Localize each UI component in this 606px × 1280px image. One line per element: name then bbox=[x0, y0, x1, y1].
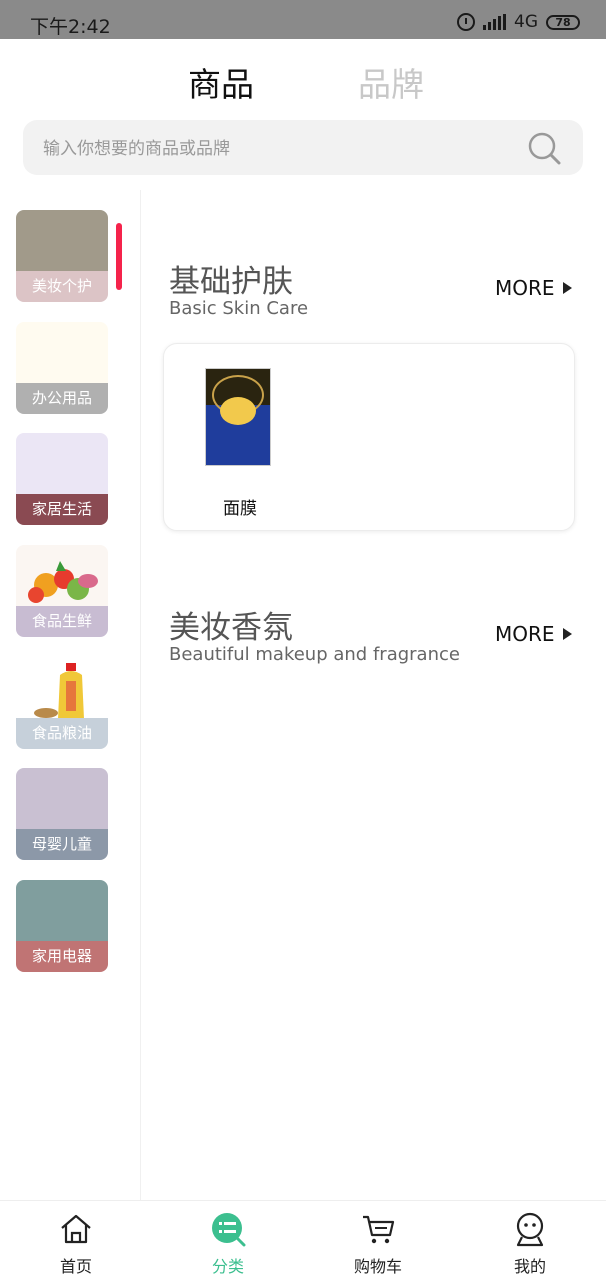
arrow-right-icon bbox=[562, 628, 572, 640]
nav-label: 首页 bbox=[59, 1257, 92, 1276]
nav-label: 分类 bbox=[211, 1257, 244, 1276]
network-type: 4G bbox=[514, 12, 538, 32]
bottom-navigation: 首页 分类 购物车 我的 bbox=[0, 1200, 606, 1280]
search-input[interactable] bbox=[41, 120, 515, 177]
status-icons: 4G 78 bbox=[457, 12, 580, 32]
sidebar-item-label: 办公用品 bbox=[16, 383, 108, 414]
sidebar-item-home-living[interactable]: 家居生活 bbox=[16, 433, 108, 525]
more-label: MORE bbox=[495, 622, 555, 646]
sidebar-item-label: 家居生活 bbox=[16, 494, 108, 525]
product-item[interactable]: 面膜 bbox=[200, 368, 280, 519]
section-title: 基础护肤 bbox=[169, 264, 293, 300]
fruit-basket-image bbox=[28, 561, 98, 603]
face-mask-product-image bbox=[205, 368, 271, 466]
nav-label: 我的 bbox=[513, 1257, 546, 1276]
sidebar-item-mother-baby[interactable]: 母婴儿童 bbox=[16, 768, 108, 860]
sidebar-item-fresh-food[interactable]: 食品生鲜 bbox=[16, 545, 108, 637]
category-image bbox=[16, 433, 108, 495]
sidebar-item-beauty[interactable]: 美妆个护 bbox=[16, 210, 108, 302]
sidebar-item-label: 美妆个护 bbox=[16, 271, 108, 302]
product-card: 面膜 bbox=[163, 343, 575, 531]
more-link[interactable]: MORE bbox=[495, 622, 572, 646]
battery-icon: 78 bbox=[546, 14, 580, 30]
oil-bottle-image bbox=[34, 663, 84, 719]
alarm-icon bbox=[457, 13, 475, 31]
nav-cart[interactable]: 购物车 bbox=[328, 1211, 428, 1277]
more-link[interactable]: MORE bbox=[495, 276, 572, 300]
sidebar-item-label: 食品生鲜 bbox=[16, 606, 108, 637]
section-subtitle: Beautiful makeup and fragrance bbox=[169, 644, 460, 665]
category-image bbox=[16, 768, 108, 830]
profile-icon bbox=[516, 1212, 544, 1247]
category-image bbox=[16, 545, 108, 607]
product-name: 面膜 bbox=[223, 499, 257, 519]
status-bar: 下午2:42 4G 78 bbox=[0, 0, 606, 39]
sidebar-item-label: 家用电器 bbox=[16, 941, 108, 972]
category-icon bbox=[212, 1213, 246, 1247]
tab-brands[interactable]: 品牌 bbox=[358, 58, 424, 106]
section-subtitle: Basic Skin Care bbox=[169, 298, 309, 319]
nav-category[interactable]: 分类 bbox=[178, 1211, 278, 1277]
cart-icon bbox=[363, 1215, 395, 1244]
nav-home[interactable]: 首页 bbox=[26, 1211, 126, 1277]
category-image bbox=[16, 880, 108, 942]
top-tabs: 商品 品牌 bbox=[0, 58, 606, 108]
sidebar-item-grain-oil[interactable]: 食品粮油 bbox=[16, 657, 108, 749]
active-category-indicator bbox=[116, 223, 122, 290]
nav-profile[interactable]: 我的 bbox=[480, 1211, 580, 1277]
tab-products[interactable]: 商品 bbox=[188, 58, 254, 106]
category-image bbox=[16, 322, 108, 384]
category-image bbox=[16, 210, 108, 272]
search-bar bbox=[23, 120, 583, 177]
sidebar-item-label: 食品粮油 bbox=[16, 718, 108, 749]
section-title: 美妆香氛 bbox=[169, 610, 293, 646]
arrow-right-icon bbox=[562, 282, 572, 294]
more-label: MORE bbox=[495, 276, 555, 300]
sidebar-item-label: 母婴儿童 bbox=[16, 829, 108, 860]
category-image bbox=[16, 657, 108, 719]
search-icon[interactable] bbox=[527, 131, 561, 165]
sidebar-item-office[interactable]: 办公用品 bbox=[16, 322, 108, 414]
nav-label: 购物车 bbox=[353, 1257, 402, 1276]
sidebar-item-appliances[interactable]: 家用电器 bbox=[16, 880, 108, 972]
home-icon bbox=[61, 1214, 91, 1244]
status-time: 下午2:42 bbox=[30, 16, 111, 38]
signal-icon bbox=[483, 14, 506, 30]
